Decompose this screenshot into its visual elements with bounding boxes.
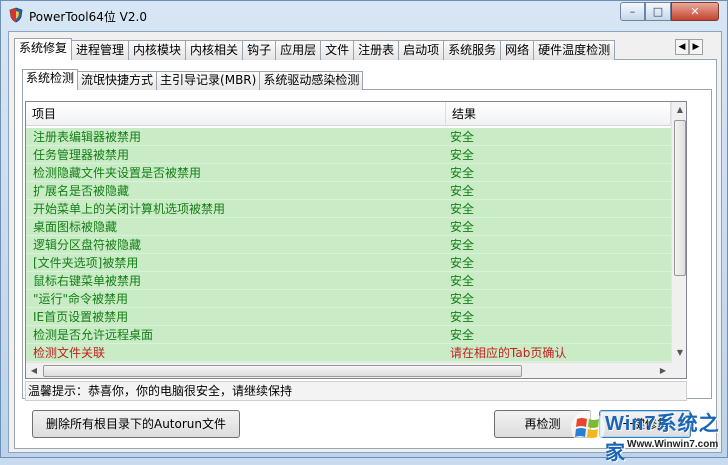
tab-network[interactable]: 网络	[500, 40, 535, 60]
tab-application-layer[interactable]: 应用层	[275, 40, 322, 60]
tab-kernel-related[interactable]: 内核相关	[185, 40, 244, 60]
row-result: 安全	[450, 310, 475, 324]
sub-tab-strip: 系统检测 流氓快捷方式 主引导记录(MBR) 系统驱动感染检测	[22, 69, 364, 90]
scroll-right-arrow-icon[interactable]: ▶	[655, 363, 671, 378]
check-results-table[interactable]: 项目 结果 注册表编辑器被禁用 安全 任务管理器被禁用 安全 检测隐藏文件夹设置是否…	[25, 101, 687, 379]
table-row[interactable]: IE首页设置被禁用 安全	[26, 308, 671, 326]
column-header-result[interactable]: 结果	[446, 102, 671, 126]
row-item: 开始菜单上的关闭计算机选项被禁用	[33, 202, 226, 216]
table-row[interactable]: 扩展名是否被隐藏 安全	[26, 182, 671, 200]
row-result: 安全	[450, 292, 475, 306]
tab-registry[interactable]: 注册表	[353, 40, 400, 60]
row-result: 安全	[450, 256, 475, 270]
status-tip: 温馨提示：恭喜你，你的电脑很安全，请继续保持	[25, 381, 687, 401]
scroll-down-arrow-icon[interactable]: ▼	[672, 345, 686, 361]
main-tab-strip: 系统修复 进程管理 内核模块 内核相关 钩子 应用层 文件 注册表 启动项 系统…	[14, 38, 616, 60]
table-rows: 注册表编辑器被禁用 安全 任务管理器被禁用 安全 检测隐藏文件夹设置是否被禁用 安全 …	[26, 128, 671, 362]
row-item: [文件夹选项]被禁用	[33, 256, 139, 270]
table-row[interactable]: [文件夹选项]被禁用 安全	[26, 254, 671, 272]
row-result: 安全	[450, 220, 475, 234]
row-item: 检测是否允许远程桌面	[33, 328, 154, 342]
scroll-left-arrow-icon[interactable]: ◀	[26, 363, 42, 378]
row-result: 安全	[450, 328, 475, 342]
recheck-button[interactable]: 再检测	[494, 410, 591, 438]
tab-kernel-modules[interactable]: 内核模块	[128, 40, 187, 60]
table-row[interactable]: 开始菜单上的关闭计算机选项被禁用 安全	[26, 200, 671, 218]
title-bar[interactable]: PowerTool64位 V2.0 – □ ✕	[1, 1, 727, 31]
table-row[interactable]: 鼠标右键菜单被禁用 安全	[26, 272, 671, 290]
one-click-fix-button[interactable]: 一键修复	[599, 410, 691, 438]
row-item: 检测文件关联	[33, 346, 106, 360]
row-item: 注册表编辑器被禁用	[33, 130, 142, 144]
row-result: 安全	[450, 202, 475, 216]
row-result: 安全	[450, 130, 475, 144]
row-item: 桌面图标被隐藏	[33, 220, 118, 234]
table-row[interactable]: 检测是否允许远程桌面 安全	[26, 326, 671, 344]
row-item: 任务管理器被禁用	[33, 148, 130, 162]
table-row[interactable]: "运行"命令被禁用 安全	[26, 290, 671, 308]
app-window: PowerTool64位 V2.0 – □ ✕ 系统修复 进程管理 内核模块 内…	[0, 0, 728, 464]
row-item: 逻辑分区盘符被隐藏	[33, 238, 142, 252]
maximize-button[interactable]: □	[645, 2, 671, 21]
vertical-scrollbar[interactable]: ▲ ▼	[671, 102, 686, 362]
close-button[interactable]: ✕	[671, 2, 719, 21]
window-title: PowerTool64位 V2.0	[29, 10, 147, 24]
table-row[interactable]: 逻辑分区盘符被隐藏 安全	[26, 236, 671, 254]
row-result: 安全	[450, 184, 475, 198]
row-item: IE首页设置被禁用	[33, 310, 129, 324]
scroll-up-arrow-icon[interactable]: ▲	[672, 102, 686, 118]
table-row[interactable]: 注册表编辑器被禁用 安全	[26, 128, 671, 146]
row-result: 安全	[450, 238, 475, 252]
tab-system-repair[interactable]: 系统修复	[14, 38, 73, 60]
row-item: "运行"命令被禁用	[33, 292, 129, 306]
tab-scroll-left-button[interactable]: ◀	[675, 39, 689, 55]
table-row[interactable]: 任务管理器被禁用 安全	[26, 146, 671, 164]
table-row[interactable]: 桌面图标被隐藏 安全	[26, 218, 671, 236]
minimize-button[interactable]: –	[620, 2, 645, 21]
tab-files[interactable]: 文件	[320, 40, 355, 60]
table-row[interactable]: 检测隐藏文件夹设置是否被禁用 安全	[26, 164, 671, 182]
row-result: 安全	[450, 148, 475, 162]
subtab-mbr[interactable]: 主引导记录(MBR)	[156, 71, 261, 90]
subtab-system-check[interactable]: 系统检测	[22, 69, 79, 90]
tab-process-manager[interactable]: 进程管理	[71, 40, 130, 60]
horizontal-scroll-thumb[interactable]	[43, 365, 522, 377]
row-item: 扩展名是否被隐藏	[33, 184, 130, 198]
tab-startup[interactable]: 启动项	[398, 40, 445, 60]
row-item: 鼠标右键菜单被禁用	[33, 274, 142, 288]
tab-hardware-temperature[interactable]: 硬件温度检测	[533, 40, 616, 60]
table-header: 项目 结果	[26, 102, 671, 126]
row-item: 检测隐藏文件夹设置是否被禁用	[33, 166, 202, 180]
row-result: 安全	[450, 274, 475, 288]
tab-scroll-right-button[interactable]: ▶	[689, 39, 703, 55]
scrollbar-corner	[671, 362, 686, 378]
subtab-rogue-shortcuts[interactable]: 流氓快捷方式	[77, 71, 158, 90]
vertical-scroll-thumb[interactable]	[674, 120, 686, 276]
tab-hooks[interactable]: 钩子	[242, 40, 277, 60]
delete-autorun-button[interactable]: 删除所有根目录下的Autorun文件	[32, 410, 240, 438]
horizontal-scrollbar[interactable]: ◀ ▶	[26, 362, 671, 378]
tab-system-services[interactable]: 系统服务	[443, 40, 502, 60]
column-header-item[interactable]: 项目	[26, 102, 446, 126]
subtab-driver-infection[interactable]: 系统驱动感染检测	[259, 71, 364, 90]
shield-app-icon	[9, 7, 23, 23]
table-row[interactable]: 检测文件关联 请在相应的Tab页确认	[26, 344, 671, 362]
row-result: 请在相应的Tab页确认	[450, 346, 567, 360]
row-result: 安全	[450, 166, 475, 180]
